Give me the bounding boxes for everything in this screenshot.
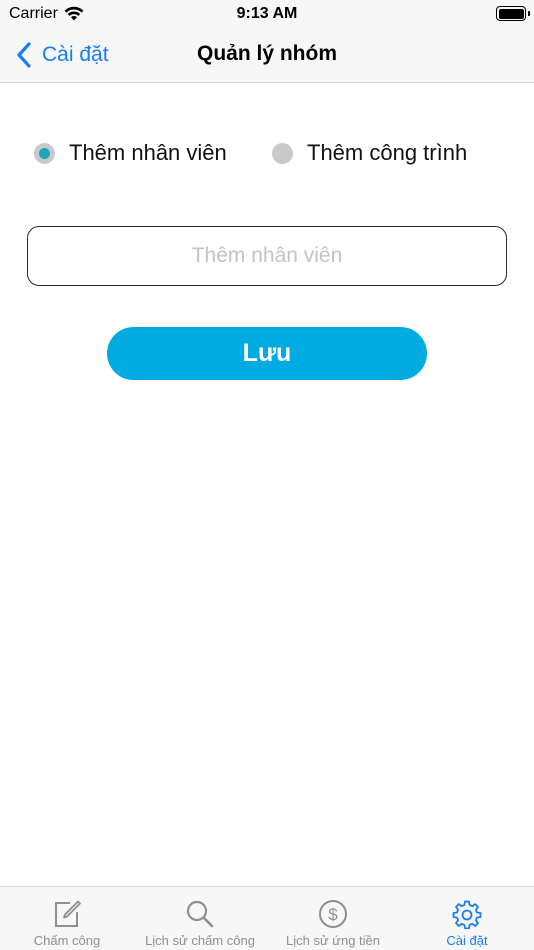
tab-label: Lịch sử chấm công	[145, 933, 255, 948]
tab-label: Lịch sử ứng tiền	[285, 933, 380, 948]
option-add-employee[interactable]: Thêm nhân viên	[34, 140, 227, 166]
option-label: Thêm công trình	[307, 140, 468, 165]
status-bar: Carrier 9:13 AM	[0, 0, 534, 28]
tab-cham-cong[interactable]: Chấm công	[0, 887, 134, 950]
option-add-project[interactable]: Thêm công trình	[272, 140, 467, 166]
battery-icon	[496, 6, 530, 21]
page-title: Quản lý nhóm	[196, 42, 337, 65]
navigation-bar: Cài đặt Quản lý nhóm	[0, 28, 534, 83]
save-button[interactable]: Lưu	[107, 327, 427, 380]
tab-label: Cài đặt	[446, 933, 488, 948]
tab-cai-dat[interactable]: Cài đặt	[400, 887, 534, 950]
tab-lich-su-ung-tien[interactable]: $ Lịch sử ứng tiền	[266, 887, 400, 950]
compose-icon	[55, 900, 81, 927]
tab-label: Chấm công	[33, 933, 101, 948]
name-input[interactable]	[27, 226, 507, 286]
search-icon	[186, 900, 214, 928]
radio-unselected-icon[interactable]	[272, 142, 293, 164]
gear-icon	[452, 900, 482, 929]
tab-bar: Chấm công Lịch sử chấm công $ Lịch sử ứn…	[0, 886, 534, 950]
svg-text:$: $	[328, 905, 338, 924]
option-label: Thêm nhân viên	[69, 140, 227, 165]
radio-selected-icon[interactable]	[34, 142, 55, 164]
status-time: 9:13 AM	[236, 5, 298, 22]
tab-lich-su-cham-cong[interactable]: Lịch sử chấm công	[133, 887, 267, 950]
dollar-icon: $	[319, 900, 347, 928]
